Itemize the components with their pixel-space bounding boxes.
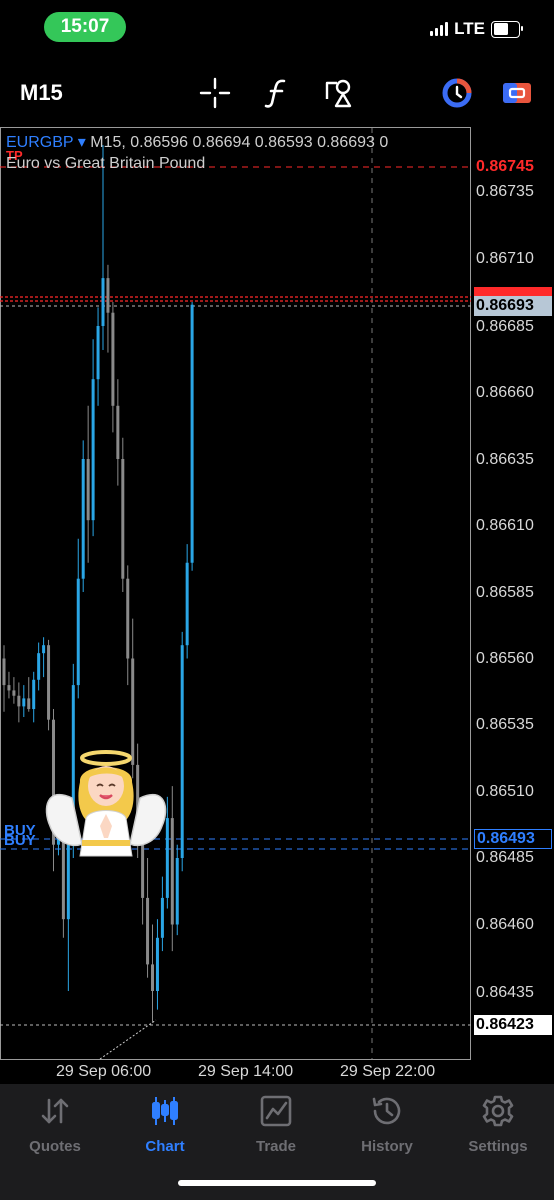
- candle-body: [151, 964, 154, 991]
- quotes-arrows-icon: [38, 1094, 72, 1128]
- candle-body: [12, 690, 16, 696]
- current-price-label: 0.86693: [474, 296, 552, 316]
- candle-body: [126, 578, 130, 659]
- candles-group: [2, 145, 194, 1023]
- candle-body: [111, 312, 115, 406]
- candle-body: [101, 278, 105, 326]
- time-tick: 29 Sep 22:00: [340, 1063, 436, 1080]
- trade-chart-icon: [259, 1094, 293, 1128]
- candle-body: [175, 858, 179, 925]
- trade-history-line: [99, 1019, 157, 1060]
- price-tick: 0.86485: [476, 849, 534, 866]
- tab-label: Settings: [468, 1138, 528, 1155]
- angel-sticker: [45, 750, 167, 857]
- price-tick: 0.86660: [476, 384, 534, 401]
- candle-body: [2, 658, 6, 686]
- timeframe-button[interactable]: M15: [20, 80, 63, 106]
- tp-price-label: 0.86745: [476, 158, 534, 175]
- tab-history[interactable]: History: [332, 1094, 442, 1155]
- candle-body: [155, 937, 159, 991]
- price-tick: 0.86635: [476, 451, 534, 468]
- chart-header: EURGBP ▾ M15, 0.86596 0.86694 0.86593 0.…: [6, 132, 388, 152]
- candle-body: [146, 897, 150, 965]
- trade-panel-icon[interactable]: [500, 76, 534, 110]
- buy-order-label[interactable]: BUY: [4, 832, 36, 849]
- candle-body: [86, 459, 90, 521]
- tab-label: Trade: [255, 1138, 297, 1155]
- candle-body: [37, 653, 41, 680]
- cellular-signal-icon: [430, 22, 449, 36]
- status-time: 15:07: [44, 12, 126, 42]
- price-tick: 0.86710: [476, 250, 534, 267]
- price-tick: 0.86735: [476, 183, 534, 200]
- low-price-label: 0.86423: [474, 1015, 552, 1035]
- symbol-name[interactable]: EURGBP: [6, 134, 73, 151]
- candle-body: [22, 698, 26, 707]
- price-tick: 0.86585: [476, 584, 534, 601]
- candle-body: [42, 645, 46, 654]
- candle-body: [32, 679, 36, 710]
- buy-price-label: 0.86493: [474, 829, 552, 849]
- candle-body: [170, 818, 174, 925]
- indicators-f-icon[interactable]: [260, 76, 294, 110]
- home-indicator: [178, 1180, 376, 1186]
- time-tick: 29 Sep 06:00: [56, 1063, 152, 1080]
- candle-body: [7, 685, 11, 691]
- candle-body: [190, 304, 194, 563]
- chart-frame: [0, 127, 471, 1060]
- candle-body: [91, 379, 95, 521]
- candle-body: [81, 459, 85, 579]
- price-tick: 0.86435: [476, 984, 534, 1001]
- chart-canvas: [0, 127, 471, 1060]
- candle-body: [47, 645, 51, 720]
- one-click-trading-icon[interactable]: [440, 76, 474, 110]
- tab-label: Quotes: [29, 1138, 81, 1155]
- candle-body: [106, 278, 110, 313]
- candle-body: [27, 698, 31, 710]
- candle-body: [160, 897, 164, 938]
- price-chart[interactable]: [0, 126, 554, 1090]
- tab-label: History: [361, 1138, 413, 1155]
- tab-chart[interactable]: Chart: [110, 1094, 220, 1155]
- ohlc-values: M15, 0.86596 0.86694 0.86593 0.86693 0: [90, 134, 389, 151]
- settings-gear-icon: [481, 1094, 515, 1128]
- network-type: LTE: [454, 19, 485, 38]
- tab-settings[interactable]: Settings: [443, 1094, 553, 1155]
- tab-trade[interactable]: Trade: [221, 1094, 331, 1155]
- candle-body: [96, 326, 100, 380]
- candle-body: [180, 645, 184, 858]
- chart-candles-icon: [148, 1094, 182, 1128]
- battery-icon: [491, 20, 523, 38]
- crosshair-icon[interactable]: [198, 76, 232, 110]
- price-tick: 0.86460: [476, 916, 534, 933]
- price-tick: 0.86535: [476, 716, 534, 733]
- objects-shapes-icon[interactable]: [322, 76, 356, 110]
- symbol-description: Euro vs Great Britain Pound: [6, 155, 206, 172]
- history-clock-icon: [370, 1094, 404, 1128]
- price-tick: 0.86560: [476, 650, 534, 667]
- candle-body: [17, 695, 21, 707]
- candle-body: [185, 562, 189, 646]
- candle-body: [116, 405, 120, 459]
- symbol-dropdown-icon[interactable]: ▾: [78, 134, 86, 151]
- tab-quotes[interactable]: Quotes: [0, 1094, 110, 1155]
- price-tick: 0.86510: [476, 783, 534, 800]
- time-tick: 29 Sep 14:00: [198, 1063, 294, 1080]
- status-indicators: LTE: [430, 18, 523, 40]
- candle-body: [76, 578, 80, 686]
- tab-label: Chart: [145, 1138, 185, 1155]
- candle-body: [121, 459, 125, 579]
- price-tick: 0.86685: [476, 318, 534, 335]
- price-tick: 0.86610: [476, 517, 534, 534]
